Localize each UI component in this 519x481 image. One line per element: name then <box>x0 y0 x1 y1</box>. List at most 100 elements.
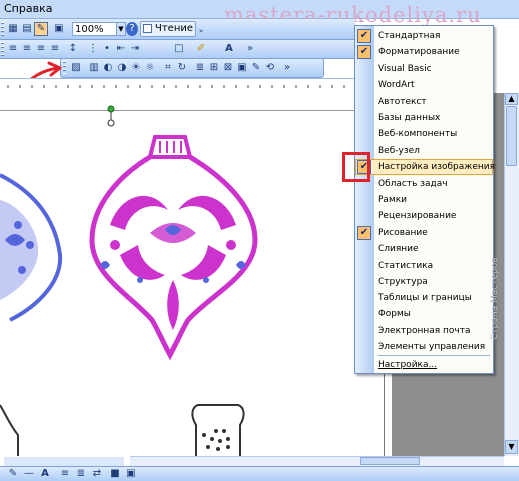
menu-item-frames[interactable]: Рамки <box>355 192 493 208</box>
more-brightness-icon[interactable]: ☀ <box>129 61 143 75</box>
font-color-icon[interactable]: A <box>38 467 52 481</box>
text-wrap-icon[interactable]: ⊠ <box>221 61 235 75</box>
insert-picture-icon[interactable]: ▨ <box>69 61 83 75</box>
menu-item-website[interactable]: Веб-узел <box>355 143 493 159</box>
less-contrast-icon[interactable]: ◑ <box>115 61 129 75</box>
formatting-toolbar: ≡ ≡ ≡ ≡ ↕ ⋮ • ⇤ ⇥ □ ✐ A » <box>0 40 355 59</box>
arrow-style-icon[interactable]: ⇄ <box>90 467 104 481</box>
picture-toolbar: ▨ ▥ ◐ ◑ ☀ ☼ ⌗ ↻ ≣ ⊞ ⊠ ▣ ✎ ⟲ » <box>60 58 324 78</box>
menu-item-databases[interactable]: Базы данных <box>355 110 493 126</box>
menu-item-formatting[interactable]: ✔ Форматирование <box>355 44 493 60</box>
toolbar-options-icon[interactable]: » <box>246 42 254 56</box>
menu-item-label: WordArt <box>378 80 415 90</box>
3d-icon[interactable]: ▣ <box>124 467 138 481</box>
menu-item-label: Элементы управления <box>378 342 486 352</box>
menu-item-label: Visual Basic <box>378 64 432 74</box>
help-icon[interactable]: ? <box>126 22 138 36</box>
toolbar-options-icon[interactable]: » <box>196 24 206 36</box>
menu-item-autotext[interactable]: Автотекст <box>355 94 493 110</box>
menu-item-mail-merge[interactable]: Слияние <box>355 241 493 257</box>
menu-item-label: Рецензирование <box>378 211 457 221</box>
menu-item-label: Настройка изображения <box>378 162 496 172</box>
decrease-indent-icon[interactable]: ⇤ <box>114 42 128 56</box>
zoom-dropdown-icon[interactable]: ▼ <box>116 22 126 36</box>
menu-item-label: Рамки <box>378 195 408 205</box>
menu-item-label: Электронная почта <box>378 326 471 336</box>
vertical-watermark-text: Страна Мастеров <box>490 257 500 340</box>
menu-item-customize[interactable]: Настройка... <box>355 357 493 373</box>
set-transparent-icon[interactable]: ✎ <box>249 61 263 75</box>
menu-item-word-count[interactable]: Статистика <box>355 258 493 274</box>
crop-icon[interactable]: ⌗ <box>161 61 175 75</box>
format-picture-icon[interactable]: ▣ <box>235 61 249 75</box>
font-color-icon[interactable]: A <box>222 42 236 56</box>
align-left-icon[interactable]: ≡ <box>6 42 20 56</box>
zoom-input[interactable]: 100% <box>72 22 118 36</box>
menu-item-wordart[interactable]: WordArt <box>355 77 493 93</box>
shadow-icon[interactable]: ■ <box>108 467 122 481</box>
line-color-icon[interactable]: — <box>22 467 36 481</box>
border-icon[interactable]: □ <box>172 42 186 56</box>
scroll-up-icon[interactable]: ▲ <box>505 93 518 105</box>
menu-item-label: Рисование <box>378 228 428 238</box>
ornament-image[interactable] <box>0 105 392 456</box>
menu-item-outlining[interactable]: Структура <box>355 274 493 290</box>
rotate-icon[interactable]: ↻ <box>175 61 189 75</box>
table-icon[interactable]: ▤ <box>20 22 34 36</box>
horizontal-ruler[interactable] <box>0 78 355 94</box>
menu-item-label: Стандартная <box>378 31 441 41</box>
pencil-icon[interactable]: ✎ <box>6 467 20 481</box>
menu-item-label: Автотекст <box>378 97 427 107</box>
check-icon: ✔ <box>357 29 371 43</box>
color-icon[interactable]: ▥ <box>87 61 101 75</box>
menu-item-visual-basic[interactable]: Visual Basic <box>355 61 493 77</box>
menu-item-web-components[interactable]: Веб-компоненты <box>355 126 493 142</box>
less-brightness-icon[interactable]: ☼ <box>143 61 157 75</box>
view-buttons[interactable] <box>4 457 124 466</box>
check-icon: ✔ <box>357 226 371 240</box>
menu-separator <box>378 355 490 356</box>
scroll-down-icon[interactable]: ▼ <box>505 440 518 454</box>
justify-icon[interactable]: ≡ <box>48 42 62 56</box>
line-style-icon[interactable]: ≣ <box>193 61 207 75</box>
highlight-icon[interactable]: ✐ <box>194 42 208 56</box>
menu-item-drawing[interactable]: ✔ Рисование <box>355 225 493 241</box>
menu-item-forms[interactable]: Формы <box>355 306 493 322</box>
print-preview-icon[interactable]: ▦ <box>6 22 20 36</box>
reset-picture-icon[interactable]: ⟲ <box>263 61 277 75</box>
drawing-icon[interactable]: ✎ <box>34 22 48 36</box>
menu-item-label: Статистика <box>378 261 434 271</box>
read-icon <box>143 24 152 33</box>
toolbar-options-icon[interactable]: » <box>283 61 291 75</box>
menu-item-label: Базы данных <box>378 113 441 123</box>
menu-item-label: Формы <box>378 309 411 319</box>
menu-item-control-toolbox[interactable]: Элементы управления <box>355 339 493 355</box>
menu-item-reviewing[interactable]: Рецензирование <box>355 208 493 224</box>
horizontal-scroll-thumb[interactable] <box>360 457 420 465</box>
dash-style-icon[interactable]: ≣ <box>74 467 88 481</box>
increase-indent-icon[interactable]: ⇥ <box>128 42 142 56</box>
menu-item-standard[interactable]: ✔ Стандартная <box>355 28 493 44</box>
vertical-scroll-thumb[interactable] <box>506 106 517 166</box>
align-right-icon[interactable]: ≡ <box>34 42 48 56</box>
compress-icon[interactable]: ⊞ <box>207 61 221 75</box>
menu-item-task-pane[interactable]: Область задач <box>355 176 493 192</box>
doc-map-icon[interactable]: ▣ <box>52 22 66 36</box>
menu-item-picture[interactable]: ✔ Настройка изображения <box>355 159 496 175</box>
menu-item-label: Область задач <box>378 179 448 189</box>
numbering-icon[interactable]: ⋮ <box>86 42 100 56</box>
bullets-icon[interactable]: • <box>100 42 114 56</box>
menu-item-label: Структура <box>378 277 428 287</box>
menu-item-tables-borders[interactable]: Таблицы и границы <box>355 290 493 306</box>
menu-item-label: Настройка... <box>378 360 438 370</box>
menu-item-label: Веб-узел <box>378 146 420 156</box>
menu-item-email[interactable]: Электронная почта <box>355 323 493 339</box>
line-style-icon[interactable]: ≡ <box>58 467 72 481</box>
line-spacing-icon[interactable]: ↕ <box>66 42 80 56</box>
more-contrast-icon[interactable]: ◐ <box>101 61 115 75</box>
align-center-icon[interactable]: ≡ <box>20 42 34 56</box>
check-icon: ✔ <box>357 45 371 59</box>
menu-item-label: Веб-компоненты <box>378 129 458 139</box>
drawing-toolbar: ✎ — A ≡ ≣ ⇄ ■ ▣ <box>0 466 519 481</box>
menu-help[interactable]: Справка <box>4 2 52 15</box>
